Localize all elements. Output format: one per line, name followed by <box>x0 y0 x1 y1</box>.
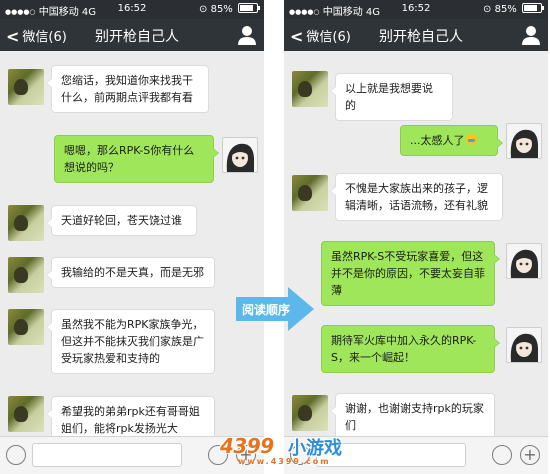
chevron-left-icon: < <box>290 27 304 46</box>
plus-icon[interactable]: + <box>520 445 540 465</box>
message-list[interactable]: 您缩话，我知道你来找我干什么，前两期点评我都有看 嗯嗯，那么RPK-S你有什么想… <box>0 51 264 436</box>
contact-avatar[interactable] <box>292 175 328 211</box>
self-avatar[interactable] <box>506 327 542 363</box>
outgoing-bubble[interactable]: ...太感人了 <box>400 125 503 156</box>
person-icon[interactable] <box>522 25 540 45</box>
incoming-bubble[interactable]: 希望我的弟弟rpk还有哥哥姐姐们，能将rpk发扬光大 <box>46 396 215 436</box>
self-avatar[interactable] <box>222 137 258 173</box>
outgoing-bubble[interactable]: 虽然RPK-S不受玩家喜爱，但这并不是你的原因，不要太妄自菲薄 <box>321 241 500 306</box>
voice-icon[interactable] <box>6 445 26 465</box>
contact-avatar[interactable] <box>8 309 44 345</box>
incoming-bubble[interactable]: 天道好轮回，苍天饶过谁 <box>46 205 197 236</box>
nav-bar: < 微信(6) 别开枪自己人 <box>284 19 548 51</box>
status-bar: ●●●●○ 中国移动 4G 16:52 ⊙ 85% <box>0 0 264 19</box>
contact-avatar[interactable] <box>292 395 328 431</box>
back-label: 微信(6) <box>306 30 351 45</box>
reading-order-arrow: 阅读顺序 <box>236 287 314 331</box>
contact-avatar[interactable] <box>8 396 44 432</box>
incoming-bubble[interactable]: 不愧是大家族出来的孩子，逻辑清晰，话语流畅，还有礼貌 <box>330 173 503 221</box>
crying-emoji-icon <box>465 134 477 145</box>
alarm-icon: ⊙ <box>199 4 208 15</box>
contact-avatar[interactable] <box>8 257 44 293</box>
back-button[interactable]: < 微信(6) <box>6 26 67 46</box>
self-avatar[interactable] <box>506 123 542 159</box>
logo-brand: 4399 <box>220 434 274 458</box>
incoming-bubble[interactable]: 以上就是我想要说的 <box>330 73 453 121</box>
left-chat-screen: ●●●●○ 中国移动 4G 16:52 ⊙ 85% < 微信(6) 别开枪自己人 … <box>0 0 264 474</box>
incoming-bubble[interactable]: 虽然我不能为RPK家族争光，但这并不能抹灭我们家族是广受玩家热爱和支持的 <box>46 309 215 374</box>
person-icon[interactable] <box>238 25 256 45</box>
anime-avatar-icon <box>510 333 538 362</box>
outgoing-text: ...太感人了 <box>410 134 465 147</box>
logo-url: www.4399.com <box>238 457 331 466</box>
chat-title: 别开枪自己人 <box>95 29 179 45</box>
outgoing-bubble[interactable]: 期待军火库中加入永久的RPK-S，来一个崛起！ <box>321 325 500 373</box>
battery-percent: 85% <box>210 4 233 15</box>
contact-avatar[interactable] <box>8 205 44 241</box>
chevron-left-icon: < <box>6 27 20 46</box>
battery-percent: 85% <box>494 4 517 15</box>
contact-avatar[interactable] <box>292 71 328 107</box>
anime-avatar-icon <box>510 129 538 158</box>
emoji-icon[interactable] <box>492 445 512 465</box>
message-list[interactable]: 以上就是我想要说的 ...太感人了 不愧是大家族出来的孩子，逻辑清晰，话语流畅，… <box>284 51 548 436</box>
anime-avatar-icon <box>226 143 254 172</box>
right-chat-screen: ●●●●○ 中国移动 4G 16:52 ⊙ 85% < 微信(6) 别开枪自己人 … <box>284 0 548 474</box>
watermark-logo: 4399 小游戏 www.4399.com <box>218 430 358 470</box>
status-bar: ●●●●○ 中国移动 4G 16:52 ⊙ 85% <box>284 0 548 19</box>
contact-avatar[interactable] <box>8 69 44 105</box>
reading-order-label: 阅读顺序 <box>242 303 291 317</box>
battery-icon <box>522 3 544 13</box>
incoming-bubble[interactable]: 我输给的不是天真，而是无邪 <box>46 257 215 288</box>
self-avatar[interactable] <box>506 243 542 279</box>
outgoing-bubble[interactable]: 嗯嗯，那么RPK-S你有什么想说的吗？ <box>54 135 219 183</box>
incoming-bubble[interactable]: 谢谢，也谢谢支持rpk的玩家们 <box>330 393 495 436</box>
alarm-icon: ⊙ <box>483 4 492 15</box>
back-button[interactable]: < 微信(6) <box>290 26 351 46</box>
nav-bar: < 微信(6) 别开枪自己人 <box>0 19 264 51</box>
battery-icon <box>238 3 260 13</box>
anime-avatar-icon <box>510 249 538 278</box>
message-input[interactable] <box>32 443 182 467</box>
incoming-bubble[interactable]: 您缩话，我知道你来找我干什么，前两期点评我都有看 <box>46 65 209 113</box>
chat-title: 别开枪自己人 <box>379 29 463 45</box>
back-label: 微信(6) <box>22 30 67 45</box>
